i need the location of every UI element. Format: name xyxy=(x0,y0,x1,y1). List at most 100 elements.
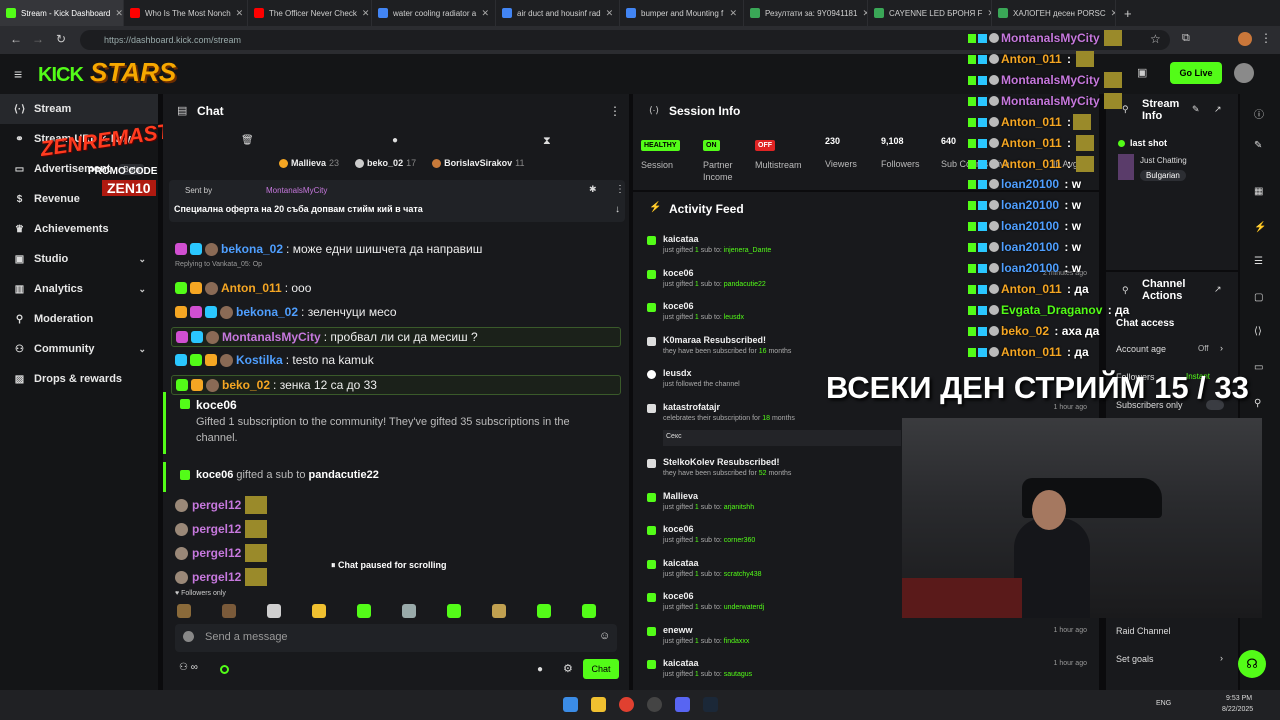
activity-target[interactable]: sautagus xyxy=(724,671,752,678)
activity-name[interactable]: K0maraa Resubscribed! xyxy=(663,335,766,345)
forward-icon[interactable]: → xyxy=(32,32,44,46)
chat-username[interactable]: pergel12 xyxy=(192,522,241,536)
trash-icon[interactable]: 🗑 xyxy=(241,135,254,146)
activity-target[interactable]: corner360 xyxy=(724,537,756,544)
activity-name[interactable]: koce06 xyxy=(663,268,694,278)
emote-icon[interactable] xyxy=(492,604,506,618)
browser-tab[interactable]: ХАЛОГЕН десен PORSC✕ xyxy=(992,0,1116,26)
expand-down-icon[interactable]: ↓ xyxy=(615,204,620,215)
activity-name[interactable]: kaicataa xyxy=(663,558,699,568)
code-icon[interactable]: ⟨⟩ xyxy=(1254,326,1262,337)
chevron-down-icon[interactable]: ⌄ xyxy=(138,284,146,295)
discord-icon[interactable] xyxy=(675,697,690,712)
account-age-value[interactable]: Off xyxy=(1198,344,1209,353)
chat-username[interactable]: bekona_02 xyxy=(236,305,298,319)
activity-target[interactable]: arjanitshh xyxy=(724,504,754,511)
emote-icon[interactable] xyxy=(537,604,551,618)
tab-close-icon[interactable]: ✕ xyxy=(729,8,737,19)
sidebar-item-studio[interactable]: ▣ Studio ⌄ xyxy=(0,244,158,274)
emote-icon[interactable] xyxy=(447,604,461,618)
activity-name[interactable]: Mallieva xyxy=(663,491,698,501)
sidebar-item-moderation[interactable]: ⚲ Moderation xyxy=(0,304,158,334)
popout-icon[interactable]: ↗ xyxy=(1214,104,1222,115)
layout-icon[interactable]: ▦ xyxy=(1254,186,1263,197)
browser-tab[interactable]: CAYENNE LED БРОНЯ F✕ xyxy=(868,0,992,26)
set-goals-button[interactable]: Set goals xyxy=(1116,654,1154,664)
browser-tab[interactable]: air duct and housinf rad ✕ xyxy=(496,0,620,26)
activity-name[interactable]: koce06 xyxy=(663,301,694,311)
tab-close-icon[interactable]: ✕ xyxy=(362,8,370,19)
kick-logo[interactable]: KICK xyxy=(38,64,84,87)
settings-icon[interactable]: ⚙ xyxy=(563,662,573,675)
clock-time[interactable]: 9:53 PM xyxy=(1226,695,1252,702)
bookmark-star-icon[interactable]: ☆ xyxy=(1150,32,1161,46)
wrench-rail-icon[interactable]: ⚲ xyxy=(1254,398,1261,409)
new-tab-icon[interactable]: + xyxy=(1116,6,1140,21)
chat-menu-icon[interactable]: ⋮ xyxy=(609,104,621,118)
user-avatar[interactable] xyxy=(1234,63,1254,83)
sidebar-item-achievements[interactable]: ♛ Achievements xyxy=(0,214,158,244)
extensions-icon[interactable]: ⧉ xyxy=(1182,32,1190,45)
chevron-down-icon[interactable]: ⌄ xyxy=(138,254,146,265)
browser-tab[interactable]: The Officer Never Check ✕ xyxy=(248,0,372,26)
emote-icon[interactable] xyxy=(312,604,326,618)
monitor-icon[interactable]: ▭ xyxy=(1254,362,1263,373)
chat-username[interactable]: pergel12 xyxy=(192,570,241,584)
hourglass-icon[interactable]: ⧗ xyxy=(543,135,551,148)
account-age-label[interactable]: Account age xyxy=(1116,344,1166,354)
steam-icon[interactable] xyxy=(703,697,718,712)
activity-name[interactable]: koce06 xyxy=(663,591,694,601)
raid-channel-button[interactable]: Raid Channel xyxy=(1116,626,1171,636)
hamburger-menu-icon[interactable]: ≡ xyxy=(14,66,22,82)
obs-icon[interactable] xyxy=(647,697,662,712)
chevron-down-icon[interactable]: ⌄ xyxy=(138,344,146,355)
channel-popout-icon[interactable]: ↗ xyxy=(1214,284,1222,295)
chrome-icon[interactable] xyxy=(619,697,634,712)
activity-name[interactable]: koce06 xyxy=(663,524,694,534)
browser-tab[interactable]: bumper and Mounting f ✕ xyxy=(620,0,744,26)
back-icon[interactable]: ← xyxy=(10,32,22,46)
browser-menu-icon[interactable]: ⋮ xyxy=(1260,31,1272,45)
sidebar-item-analytics[interactable]: ▥ Analytics ⌄ xyxy=(0,274,158,304)
language-indicator[interactable]: ENG xyxy=(1156,700,1171,707)
chat-rail-icon[interactable]: ▢ xyxy=(1254,292,1263,303)
pin-icon[interactable]: ✱ xyxy=(589,184,597,195)
browser-tab[interactable]: Резултати за: 9Y0941181✕ xyxy=(744,0,868,26)
chat-paused-pill[interactable]: ⏸ Chat paused for scrolling xyxy=(331,560,447,571)
send-chat-button[interactable]: Chat xyxy=(583,659,619,679)
emote-icon[interactable] xyxy=(222,604,236,618)
tab-close-icon[interactable]: ✕ xyxy=(481,8,489,19)
chat-username[interactable]: Kostilka xyxy=(236,353,283,367)
pen-icon[interactable]: ✎ xyxy=(1254,140,1262,151)
emote-icon[interactable] xyxy=(357,604,371,618)
activity-name[interactable]: katastrofatajr xyxy=(663,402,720,412)
go-live-button[interactable]: Go Live xyxy=(1170,62,1222,84)
browser-tab[interactable]: water cooling radiator a ✕ xyxy=(372,0,496,26)
speech-icon[interactable]: ● xyxy=(392,135,398,146)
activity-name[interactable]: kaicataa xyxy=(663,234,699,244)
chat-username[interactable]: pergel12 xyxy=(192,498,241,512)
sidebar-item-community[interactable]: ⚇ Community ⌄ xyxy=(0,334,158,364)
chat-username[interactable]: MontanalsMyCity xyxy=(222,330,321,344)
tab-close-icon[interactable]: ✕ xyxy=(236,8,244,19)
chat-username[interactable]: bekona_02 xyxy=(221,242,283,256)
list-icon[interactable]: ☰ xyxy=(1254,256,1263,267)
info-icon[interactable]: ⓘ xyxy=(1254,106,1264,121)
emoji-picker-icon[interactable]: ☺ xyxy=(599,630,610,642)
activity-name[interactable]: StelkoKolev Resubscribed! xyxy=(663,457,780,467)
activity-name[interactable]: eneww xyxy=(663,625,693,635)
tab-close-icon[interactable]: ✕ xyxy=(115,8,123,19)
activity-target[interactable]: scratchy438 xyxy=(724,571,762,578)
activity-target[interactable]: findaxxx xyxy=(724,638,750,645)
support-chat-icon[interactable]: ☊ xyxy=(1238,650,1266,678)
tab-close-icon[interactable]: ✕ xyxy=(606,8,614,19)
emote-icon[interactable] xyxy=(582,604,596,618)
activity-target[interactable]: injenera_Dante xyxy=(724,247,771,254)
set-goals-chevron-icon[interactable]: › xyxy=(1220,653,1223,663)
chat-username[interactable]: Anton_011 xyxy=(221,281,282,295)
profile-avatar-icon[interactable] xyxy=(1238,32,1252,46)
activity-name[interactable]: kaicataa xyxy=(663,658,699,668)
account-age-chevron-icon[interactable]: › xyxy=(1220,343,1223,353)
activity-name[interactable]: leusdx xyxy=(663,368,692,378)
users-icon[interactable]: ⚇ ∞ xyxy=(179,662,198,673)
